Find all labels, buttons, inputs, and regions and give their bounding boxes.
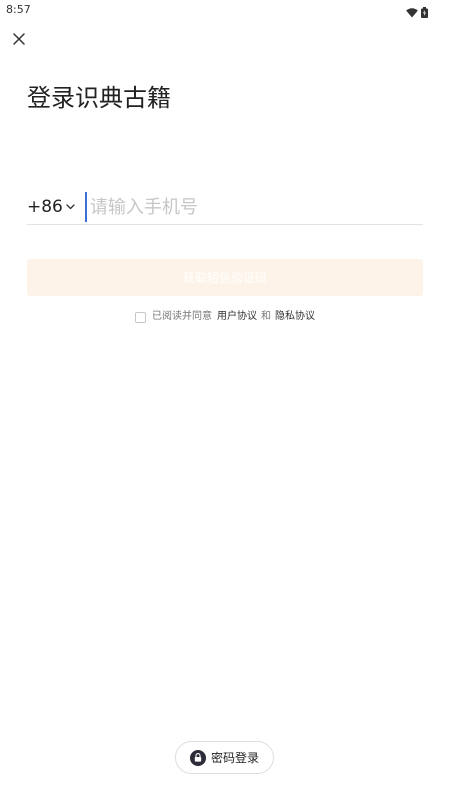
country-code-label: +86 [27, 197, 63, 217]
close-button[interactable] [8, 28, 30, 50]
close-icon [13, 30, 25, 49]
country-code-selector[interactable]: +86 [27, 192, 75, 222]
battery-icon [421, 3, 428, 22]
status-icons [406, 3, 428, 22]
phone-input-row: +86 [27, 190, 423, 225]
agreement-prefix: 已阅读并同意 [152, 311, 212, 322]
lock-icon [189, 749, 206, 766]
agreement-conjunction: 和 [261, 311, 271, 322]
privacy-policy-link[interactable]: 隐私协议 [275, 310, 315, 324]
status-bar: 8:57 [0, 0, 450, 20]
password-login-button[interactable]: 密码登录 [175, 741, 274, 774]
user-agreement-link[interactable]: 用户协议 [217, 310, 257, 324]
status-time: 8:57 [6, 3, 31, 16]
phone-number-input[interactable] [84, 192, 423, 222]
page-title: 登录识典古籍 [27, 84, 171, 112]
agreement-checkbox[interactable] [135, 311, 146, 323]
password-login-label: 密码登录 [210, 751, 259, 765]
get-sms-code-button[interactable]: 获取短信验证码 [27, 259, 423, 296]
agreement-row: 已阅读并同意 用户协议 和 隐私协议 [0, 310, 450, 324]
wifi-icon [406, 3, 418, 22]
chevron-down-icon [66, 204, 75, 210]
